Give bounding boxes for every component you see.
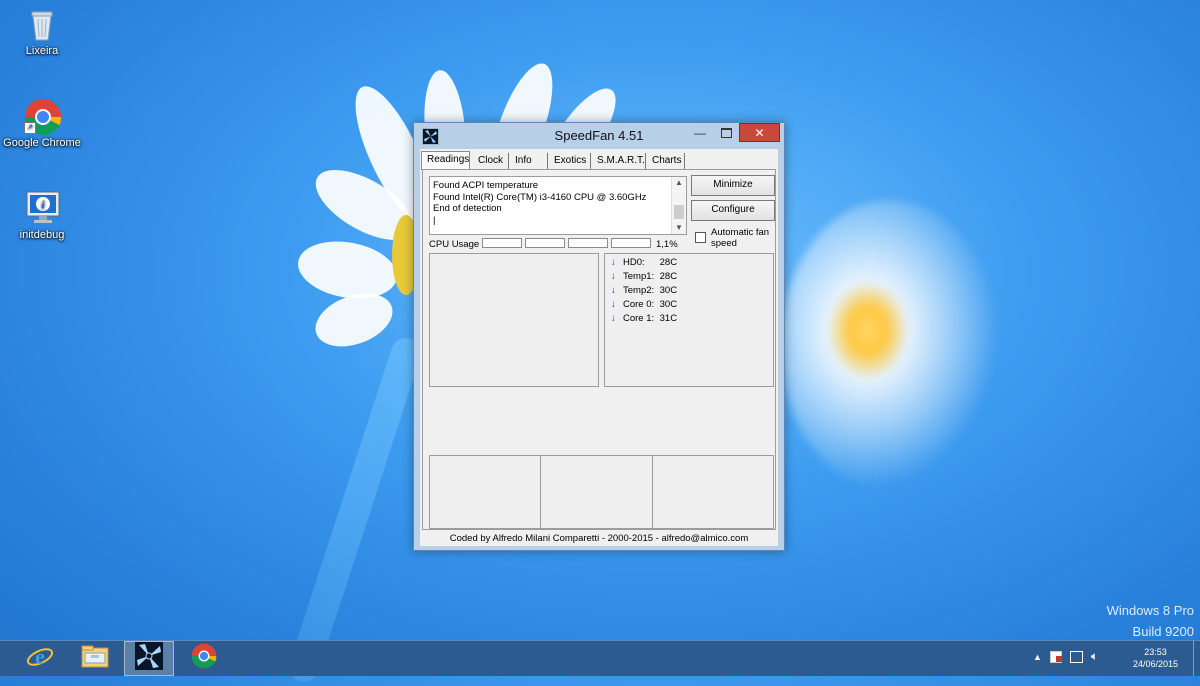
title-bar[interactable]: SpeedFan 4.51 — ✕ xyxy=(414,123,784,149)
log-line: End of detection xyxy=(433,203,502,214)
close-icon: ✕ xyxy=(754,125,765,140)
svg-text:i: i xyxy=(42,200,45,211)
chrome-icon: ↗ xyxy=(24,98,62,136)
recycle-bin-icon xyxy=(24,6,60,42)
window-client-area: Readings Clock Info Exotics S.M.A.R.T. C… xyxy=(420,149,778,546)
arrow-down-icon: ↓ xyxy=(611,271,616,282)
action-center-icon[interactable] xyxy=(1050,651,1062,663)
show-hidden-icons-icon[interactable]: ▲ xyxy=(1033,652,1042,662)
tray-clock[interactable]: 23:53 24/06/2015 xyxy=(1133,646,1178,670)
watermark-edition: Windows 8 Pro xyxy=(1106,603,1194,618)
system-tray: ▲ 🔈︎ 23:53 24/06/2015 xyxy=(1025,641,1200,676)
cpu-usage-bar xyxy=(525,238,565,248)
speedfan-icon xyxy=(135,642,163,675)
speedfan-window: SpeedFan 4.51 — ✕ Readings Clock Info Ex… xyxy=(413,122,785,551)
scroll-thumb[interactable] xyxy=(674,205,684,219)
desktop-icon-label: Lixeira xyxy=(25,45,59,57)
temperature-reading: ↓ Temp1: 28C xyxy=(611,270,677,284)
voltage-slot xyxy=(541,456,653,528)
arrow-down-icon: ↓ xyxy=(611,313,616,324)
desktop-icon-label: initdebug xyxy=(19,229,65,241)
configure-button[interactable]: Configure xyxy=(691,200,775,221)
svg-text:e: e xyxy=(35,644,45,669)
cpu-usage-bar xyxy=(611,238,651,248)
log-scrollbar[interactable]: ▲ ▼ xyxy=(671,177,686,234)
arrow-down-icon: ↓ xyxy=(611,299,616,310)
windows-watermark: Windows 8 Pro Build 9200 xyxy=(1107,600,1194,642)
tab-clock[interactable]: Clock xyxy=(473,153,509,169)
network-icon[interactable] xyxy=(1070,651,1083,663)
voltages-box xyxy=(429,455,774,529)
internet-explorer-icon: e xyxy=(26,642,54,675)
tab-info[interactable]: Info xyxy=(510,153,548,169)
readings-panel: Found ACPI temperature Found Intel(R) Co… xyxy=(422,169,776,530)
tab-readings[interactable]: Readings xyxy=(421,151,470,170)
temperature-reading: ↓ Core 1: 31C xyxy=(611,312,677,326)
reading-value: 28C xyxy=(659,271,678,282)
cpu-usage-label: CPU Usage xyxy=(429,239,480,250)
window-maximize-button[interactable] xyxy=(713,123,739,142)
desktop-icon-label: Google Chrome xyxy=(3,137,81,149)
arrow-down-icon: ↓ xyxy=(611,285,616,296)
voltage-slot xyxy=(430,456,541,528)
reading-name: Temp2: xyxy=(623,285,655,296)
taskbar-speedfan[interactable] xyxy=(124,641,174,676)
shortcut-arrow-icon: ↗ xyxy=(24,122,36,134)
taskbar-internet-explorer[interactable]: e xyxy=(15,641,65,676)
temperatures-box: ↓ HD0: 28C ↓ Temp1: 28C ↓ Temp2: 30C ↓ Core … xyxy=(604,253,774,387)
log-line: Found ACPI temperature xyxy=(433,180,539,191)
reading-name: Temp1: xyxy=(623,271,655,282)
desktop-icon-recycle-bin[interactable]: Lixeira xyxy=(2,6,82,57)
credits-footer: Coded by Alfredo Milani Comparetti - 200… xyxy=(422,533,776,545)
watermark-build: Build 9200 xyxy=(1132,624,1194,639)
scroll-down-icon[interactable]: ▼ xyxy=(672,222,686,234)
cpu-usage-bar xyxy=(568,238,608,248)
log-cursor: | xyxy=(433,214,436,226)
reading-name: Core 0: xyxy=(623,299,655,310)
window-minimize-button[interactable]: — xyxy=(687,123,713,142)
desktop-icon-google-chrome[interactable]: ↗ Google Chrome xyxy=(2,98,82,149)
taskbar-file-explorer[interactable] xyxy=(70,641,120,676)
tab-smart[interactable]: S.M.A.R.T. xyxy=(592,153,646,169)
detection-log[interactable]: Found ACPI temperature Found Intel(R) Co… xyxy=(429,176,687,235)
monitor-info-icon: i xyxy=(24,190,60,226)
show-desktop-button[interactable] xyxy=(1193,641,1200,676)
cpu-usage-value: 1,1% xyxy=(656,239,678,250)
reading-value: 31C xyxy=(659,313,678,324)
tab-exotics[interactable]: Exotics xyxy=(549,153,591,169)
reading-value: 28C xyxy=(659,257,678,268)
arrow-down-icon: ↓ xyxy=(611,257,616,268)
chrome-icon xyxy=(191,643,217,674)
file-explorer-icon xyxy=(80,643,110,674)
minimize-button[interactable]: Minimize xyxy=(691,175,775,196)
taskbar-chrome[interactable] xyxy=(179,641,229,676)
reading-name: Core 1: xyxy=(623,313,655,324)
taskbar: e ▲ 🔈︎ 23:53 24/06/2015 xyxy=(0,640,1200,676)
desktop-icon-initdebug[interactable]: i initdebug xyxy=(2,190,82,241)
volume-icon[interactable]: 🔈︎ xyxy=(1091,649,1098,664)
reading-value: 30C xyxy=(659,285,678,296)
clock-date: 24/06/2015 xyxy=(1132,659,1178,669)
log-line: Found Intel(R) Core(TM) i3-4160 CPU @ 3.… xyxy=(433,191,647,203)
minimize-icon: — xyxy=(694,125,706,140)
clock-time: 23:53 xyxy=(1144,647,1167,657)
temperature-reading: ↓ Core 0: 30C xyxy=(611,298,677,312)
window-close-button[interactable]: ✕ xyxy=(739,123,780,142)
temperature-reading: ↓ Temp2: 30C xyxy=(611,284,677,298)
fan-speeds-box xyxy=(429,253,599,387)
maximize-icon xyxy=(720,127,732,138)
tab-charts[interactable]: Charts xyxy=(647,153,685,169)
cpu-usage-bar xyxy=(482,238,522,248)
reading-name: HD0: xyxy=(623,257,645,268)
automatic-fan-speed-checkbox[interactable] xyxy=(695,232,706,243)
scroll-up-icon[interactable]: ▲ xyxy=(672,177,686,189)
temperature-reading: ↓ HD0: 28C xyxy=(611,256,677,270)
automatic-fan-speed-label: Automatic fan speed xyxy=(711,227,770,249)
reading-value: 30C xyxy=(659,299,678,310)
